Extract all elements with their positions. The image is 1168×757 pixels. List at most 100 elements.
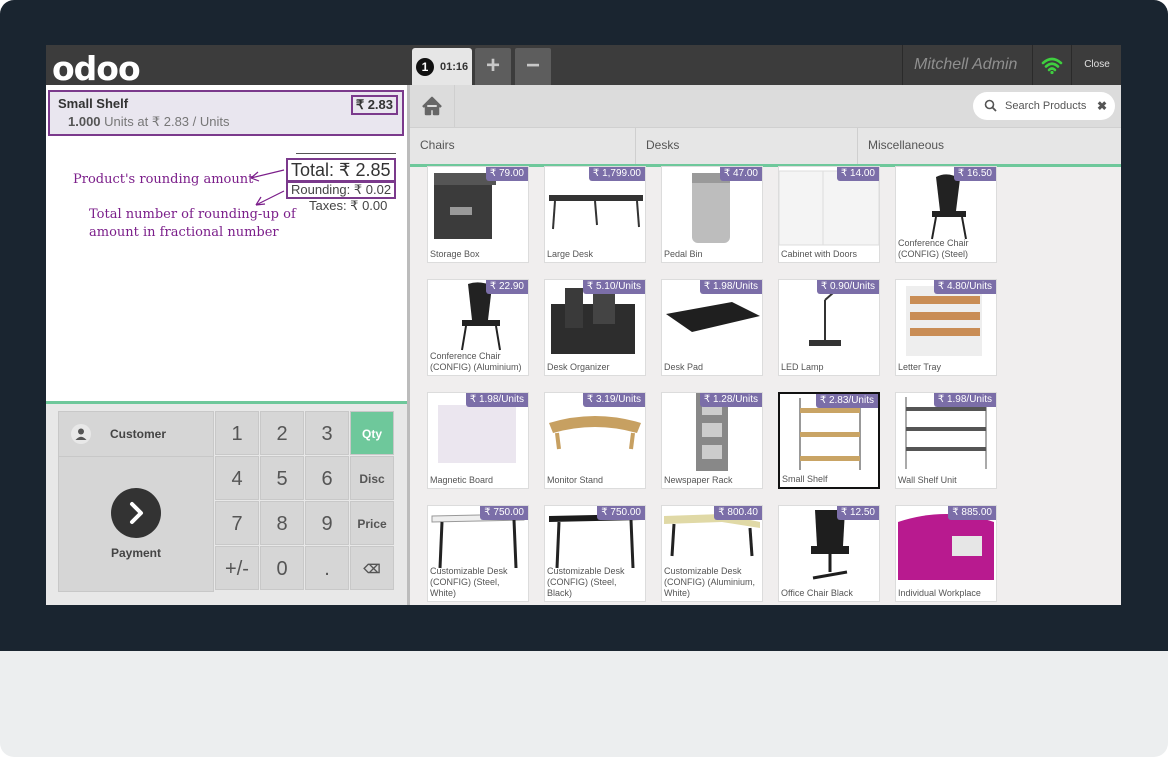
product-price-badge: ₹ 1.98/Units: [699, 280, 762, 294]
numpad-key-9[interactable]: 9: [305, 501, 349, 545]
product-price-badge: ₹ 750.00: [597, 506, 645, 520]
customer-label: Customer: [110, 427, 167, 441]
search-input[interactable]: Search Products: [1005, 100, 1086, 112]
product-name: Magnetic Board: [430, 475, 494, 485]
product-card-small-shelf[interactable]: ₹ 2.83/Units Small Shelf: [778, 392, 880, 489]
product-name: Letter Tray: [898, 362, 942, 372]
numpad-key-7[interactable]: 7: [215, 501, 259, 545]
top-bar: odoo 1 01:16 + − Mitchell Admin Close: [46, 45, 1121, 88]
product-card-monitor-stand[interactable]: ₹ 3.19/Units Monitor Stand: [544, 392, 646, 489]
numpad-key-1[interactable]: 1: [215, 411, 259, 455]
close-button[interactable]: Close: [1071, 45, 1121, 85]
mode-price-button[interactable]: Price: [350, 501, 394, 545]
product-name: Wall Shelf Unit: [898, 475, 957, 485]
order-number-badge: 1: [416, 58, 434, 76]
product-card-large-desk[interactable]: ₹ 1,799.00 Large Desk: [544, 166, 646, 263]
product-name: Desk Organizer: [547, 362, 610, 372]
product-card-customizable-desk-config-steel-white[interactable]: ₹ 750.00 Customizable Desk (CONFIG) (Stee…: [427, 505, 529, 602]
product-name: Conference Chair (CONFIG) (Steel): [898, 238, 969, 259]
product-card-office-chair-black[interactable]: ₹ 12.50 Office Chair Black: [778, 505, 880, 602]
product-name: Customizable Desk (CONFIG) (Steel, Black…: [547, 566, 625, 598]
category-bar: Chairs Desks Miscellaneous: [410, 127, 1121, 167]
monitor-stand: [0, 651, 1168, 757]
product-card-conference-chair-config-aluminium[interactable]: ₹ 22.90 Conference Chair (CONFIG) (Alumin…: [427, 279, 529, 376]
breadcrumb-bar: Search Products ✖: [410, 85, 1121, 127]
product-card-conference-chair-config-steel[interactable]: ₹ 16.50 Conference Chair (CONFIG) (Steel): [895, 166, 997, 263]
customer-button[interactable]: Customer: [58, 411, 214, 457]
product-price-badge: ₹ 885.00: [948, 506, 996, 520]
category-miscellaneous[interactable]: Miscellaneous: [858, 128, 1121, 164]
product-price-badge: ₹ 750.00: [480, 506, 528, 520]
order-time: 01:16: [440, 61, 469, 73]
product-price-badge: ₹ 22.90: [485, 280, 528, 294]
product-name: Conference Chair (CONFIG) (Aluminium): [430, 351, 522, 372]
numpad-key-4[interactable]: 4: [215, 456, 259, 500]
search-icon: [984, 99, 997, 117]
product-card-storage-box[interactable]: ₹ 79.00 Storage Box: [427, 166, 529, 263]
numpad-key-2[interactable]: 2: [260, 411, 304, 455]
decimal-button[interactable]: .: [305, 546, 349, 590]
product-price-badge: ₹ 1.28/Units: [699, 393, 762, 407]
product-price-badge: ₹ 1,799.00: [588, 167, 645, 181]
product-name: Monitor Stand: [547, 475, 604, 485]
order-tab[interactable]: 1 01:16: [412, 48, 472, 85]
backspace-button[interactable]: ⌫: [350, 546, 394, 590]
clear-search-icon[interactable]: ✖: [1097, 99, 1107, 113]
numpad-key-6[interactable]: 6: [305, 456, 349, 500]
numpad-key-3[interactable]: 3: [305, 411, 349, 455]
product-card-newspaper-rack[interactable]: ₹ 1.28/Units Newspaper Rack: [661, 392, 763, 489]
product-card-magnetic-board[interactable]: ₹ 1.98/Units Magnetic Board: [427, 392, 529, 489]
product-price-badge: ₹ 1.98/Units: [933, 393, 996, 407]
search-box[interactable]: Search Products ✖: [973, 92, 1115, 120]
sign-toggle-button[interactable]: +/-: [215, 546, 259, 590]
product-name: LED Lamp: [781, 362, 824, 372]
odoo-logo: odoo: [52, 49, 141, 88]
product-panel: Search Products ✖ Chairs Desks Miscellan…: [410, 85, 1121, 605]
product-price-badge: ₹ 79.00: [485, 167, 528, 181]
category-desks[interactable]: Desks: [636, 128, 858, 164]
pos-screen: odoo 1 01:16 + − Mitchell Admin Close Sm…: [46, 45, 1121, 605]
product-card-letter-tray[interactable]: ₹ 4.80/Units Letter Tray: [895, 279, 997, 376]
mode-disc-button[interactable]: Disc: [350, 456, 394, 500]
wifi-icon: [1032, 45, 1071, 85]
product-card-individual-workplace[interactable]: ₹ 885.00 Individual Workplace: [895, 505, 997, 602]
product-price-badge: ₹ 3.19/Units: [582, 393, 645, 407]
product-price-badge: ₹ 4.80/Units: [933, 280, 996, 294]
product-price-badge: ₹ 1.98/Units: [465, 393, 528, 407]
payment-label: Payment: [110, 546, 162, 560]
product-card-customizable-desk-config-aluminium-white[interactable]: ₹ 800.40 Customizable Desk (CONFIG) (Alum…: [661, 505, 763, 602]
product-price-badge: ₹ 16.50: [953, 167, 996, 181]
product-price-badge: ₹ 0.90/Units: [816, 280, 879, 294]
annotation-arrows: [250, 169, 285, 206]
product-card-customizable-desk-config-steel-black[interactable]: ₹ 750.00 Customizable Desk (CONFIG) (Stee…: [544, 505, 646, 602]
category-chairs[interactable]: Chairs: [410, 128, 636, 164]
product-card-cabinet-with-doors[interactable]: ₹ 14.00 Cabinet with Doors: [778, 166, 880, 263]
home-icon[interactable]: [410, 85, 455, 127]
product-name: Individual Workplace: [898, 588, 981, 598]
product-card-wall-shelf-unit[interactable]: ₹ 1.98/Units Wall Shelf Unit: [895, 392, 997, 489]
numpad-key-8[interactable]: 8: [260, 501, 304, 545]
user-icon: [71, 424, 91, 444]
numpad-key-5[interactable]: 5: [260, 456, 304, 500]
product-price-badge: ₹ 47.00: [719, 167, 762, 181]
add-order-button[interactable]: +: [475, 48, 511, 85]
product-grid: ₹ 79.00 Storage Box ₹ 1,799.00 Large Desk ₹ …: [410, 166, 1121, 605]
numpad-key-0[interactable]: 0: [260, 546, 304, 590]
product-price-badge: ₹ 14.00: [836, 167, 879, 181]
product-name: Storage Box: [430, 249, 480, 259]
product-card-pedal-bin[interactable]: ₹ 47.00 Pedal Bin: [661, 166, 763, 263]
product-price-badge: ₹ 5.10/Units: [582, 280, 645, 294]
payment-button[interactable]: Payment: [58, 456, 214, 592]
product-name: Pedal Bin: [664, 249, 703, 259]
product-price-badge: ₹ 2.83/Units: [815, 394, 878, 408]
product-name: Small Shelf: [782, 474, 828, 484]
product-name: Large Desk: [547, 249, 594, 259]
product-card-desk-organizer[interactable]: ₹ 5.10/Units Desk Organizer: [544, 279, 646, 376]
product-price-badge: ₹ 800.40: [714, 506, 762, 520]
mode-qty-button[interactable]: Qty: [350, 411, 394, 455]
product-name: Desk Pad: [664, 362, 704, 372]
product-card-led-lamp[interactable]: ₹ 0.90/Units LED Lamp: [778, 279, 880, 376]
product-card-desk-pad[interactable]: ₹ 1.98/Units Desk Pad: [661, 279, 763, 376]
product-name: Customizable Desk (CONFIG) (Aluminium, W…: [664, 566, 756, 598]
remove-order-button[interactable]: −: [515, 48, 551, 85]
